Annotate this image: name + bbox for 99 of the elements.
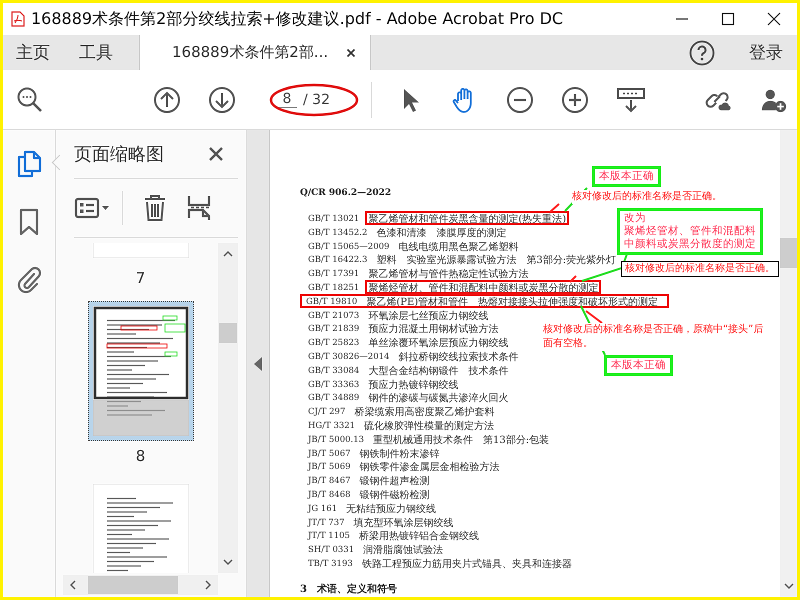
standard-code: GB/T 15065—2009: [308, 240, 390, 250]
document-header: Q/CR 906.2—2022: [300, 188, 392, 198]
standard-title: 填充型环氧涂层钢绞线: [352, 516, 455, 528]
page-number: 8: [136, 447, 146, 465]
callout-note[interactable]: 改为 聚烯烃管材、管件和混配料 中颜料或炭黑分散度的测定: [617, 208, 763, 255]
standard-code: GB/T 19810: [306, 296, 358, 306]
scroll-up-icon[interactable]: [223, 249, 233, 259]
standard-title: 斜拉桥钢绞线拉索技术条件: [397, 350, 520, 363]
leader-line: [549, 203, 560, 213]
scrollbar-thumb[interactable]: [88, 576, 178, 594]
standard-code: HG/T 3321: [308, 420, 356, 430]
standard-code: GB/T 25823: [308, 337, 360, 347]
scrollbar[interactable]: [780, 130, 797, 597]
page-number-field[interactable]: 8: [277, 91, 297, 108]
callout-note[interactable]: 本版本正确: [604, 355, 673, 376]
standard-code: GB/T 18251: [308, 282, 360, 292]
standard-code: JG 161: [308, 502, 338, 513]
login-button[interactable]: 登录: [749, 35, 783, 70]
standard-code: GB/T 21839: [308, 323, 360, 334]
tab[interactable]: 168889术条件第2部...: [139, 35, 372, 70]
standard-code: JB/T 5000.13: [308, 434, 364, 444]
standard-code: GB/T 16422.3: [308, 254, 368, 264]
standard-code: JB/T 8468: [308, 488, 351, 499]
standard-code: GB/T 30826—2014: [308, 350, 390, 361]
pages-icon[interactable]: [16, 150, 42, 178]
close-icon[interactable]: [208, 146, 224, 162]
standard-title: 钢件的渗碳与碳氮共渗淬火回火: [367, 392, 510, 404]
previous-page-icon[interactable]: [153, 86, 181, 114]
standard-code: JT/T 737: [308, 516, 345, 526]
standard-title: 桥梁用热镀锌铝合金钢绞线: [358, 530, 480, 542]
standard-title: 塑料 实验室光源暴露试验方法 第3部分:荧光紫外灯: [375, 254, 618, 266]
standard-title: 单丝涂覆环氧涂层预应力钢绞线: [367, 336, 510, 349]
window-title: 168889术条件第2部分绞线拉索+修改建议.pdf - Adobe Acrobat Pro DC: [31, 8, 564, 30]
close-icon: [767, 12, 781, 26]
standard-title: 无粘结预应力钢绞线: [345, 502, 438, 515]
standard-title: 预应力混凝土用钢材试验方法: [367, 322, 500, 336]
standard-title: 润滑脂腐蚀试验法: [362, 544, 444, 556]
tab[interactable]: 工具: [66, 35, 113, 70]
paperclip-icon[interactable]: [16, 266, 42, 294]
standard-code: CJ/T 297: [308, 406, 346, 416]
zoom-out-icon[interactable]: [506, 86, 534, 114]
standard-code: SH/T 0331: [308, 544, 354, 554]
scroll-right-icon[interactable]: [203, 580, 213, 590]
scroll-down-icon[interactable]: [223, 557, 233, 567]
standard-title: 锻钢件超声检测: [358, 474, 431, 487]
standard-title: 预应力热镀锌钢绞线: [367, 378, 460, 390]
standard-title: 环氧涂层七丝预应力钢绞线: [367, 310, 490, 322]
standard-title: 聚乙烯管材和管件炭黑含量的测定(热失重法): [365, 211, 570, 225]
maximize-icon: [721, 12, 735, 26]
collapse-arrow-icon[interactable]: [254, 356, 262, 370]
standard-title: 重型机械通用技术条件 第13部分:包装: [372, 434, 550, 446]
standard-code: JB/T 5067: [308, 448, 351, 458]
search-icon[interactable]: [16, 86, 44, 114]
scrollbar[interactable]: [218, 243, 238, 573]
standard-title: 钢铁零件渗金属层金相检验方法: [358, 460, 501, 474]
standard-code: GB/T 13452.2: [308, 226, 368, 237]
leader-line: [569, 275, 577, 283]
next-page-icon[interactable]: [208, 86, 236, 114]
standard-code: TB/T 3193: [308, 558, 353, 568]
section-heading: 3 术语、定义和符号: [300, 582, 397, 596]
standard-title: 硫化橡胶弹性模量的测定方法: [363, 420, 496, 432]
standard-title: 色漆和清漆 漆膜厚度的测定: [375, 226, 508, 239]
standard-code: JT/T 1105: [308, 530, 350, 540]
panel-title: 页面缩略图: [74, 143, 164, 166]
zoom-in-icon[interactable]: [561, 86, 589, 114]
standard-title: 聚烯烃管材、管件和混配料中颜料或炭黑分散的测定: [365, 280, 602, 294]
standard-code: JB/T 8467: [308, 475, 351, 485]
standard-code: GB/T 21073: [308, 310, 360, 320]
scroll-down-icon[interactable]: [784, 581, 794, 591]
standard-title: 桥梁缆索用高密度聚乙烯护套料: [353, 406, 496, 418]
standard-code: GB/T 33363: [308, 378, 360, 388]
help-icon[interactable]: [689, 40, 715, 66]
scrollbar-thumb[interactable]: [780, 238, 797, 268]
comment-note[interactable]: 核对修改后的标准名称是否正确。: [621, 261, 779, 277]
standard-title: 钢铁制件粉末渗锌: [358, 448, 441, 460]
standard-title: 聚乙烯管材与管件热稳定性试验方法: [367, 268, 530, 280]
standard-title: 聚乙烯(PE)管材和管件 热熔对接接头拉伸强度和破坏形式的测定: [365, 296, 660, 308]
horizontal-scrollbar[interactable]: [63, 575, 218, 595]
standard-code: GB/T 33084: [308, 364, 360, 375]
standard-code: GB/T 13021: [308, 213, 360, 223]
tab[interactable]: 主页: [3, 35, 50, 70]
page-total: / 32: [303, 92, 330, 108]
trash-icon[interactable]: [143, 194, 167, 222]
standard-title: 大型合金结构钢锻件 技术条件: [367, 364, 510, 377]
scroll-mode-icon[interactable]: [616, 86, 646, 114]
standard-title: 锻钢件磁粉检测: [358, 488, 431, 501]
standard-title: 铁路工程预应力筋用夹片式锚具、夹具和连接器: [360, 558, 573, 570]
scrollbar-thumb[interactable]: [219, 323, 237, 343]
close-icon[interactable]: [346, 48, 356, 58]
standard-code: JB/T 5069: [308, 461, 351, 472]
options-menu-icon[interactable]: [74, 196, 110, 220]
extract-pages-icon[interactable]: [187, 194, 211, 222]
standard-title: 电线电缆用黑色聚乙烯塑料: [397, 240, 520, 252]
standard-code: GB/T 17391: [308, 268, 360, 278]
standard-code: GB/T 34889: [308, 392, 360, 402]
pdf-icon: [11, 11, 25, 27]
callout-note[interactable]: 本版本正确: [592, 166, 661, 187]
page-number: 7: [136, 269, 146, 287]
scroll-left-icon[interactable]: [68, 580, 78, 590]
